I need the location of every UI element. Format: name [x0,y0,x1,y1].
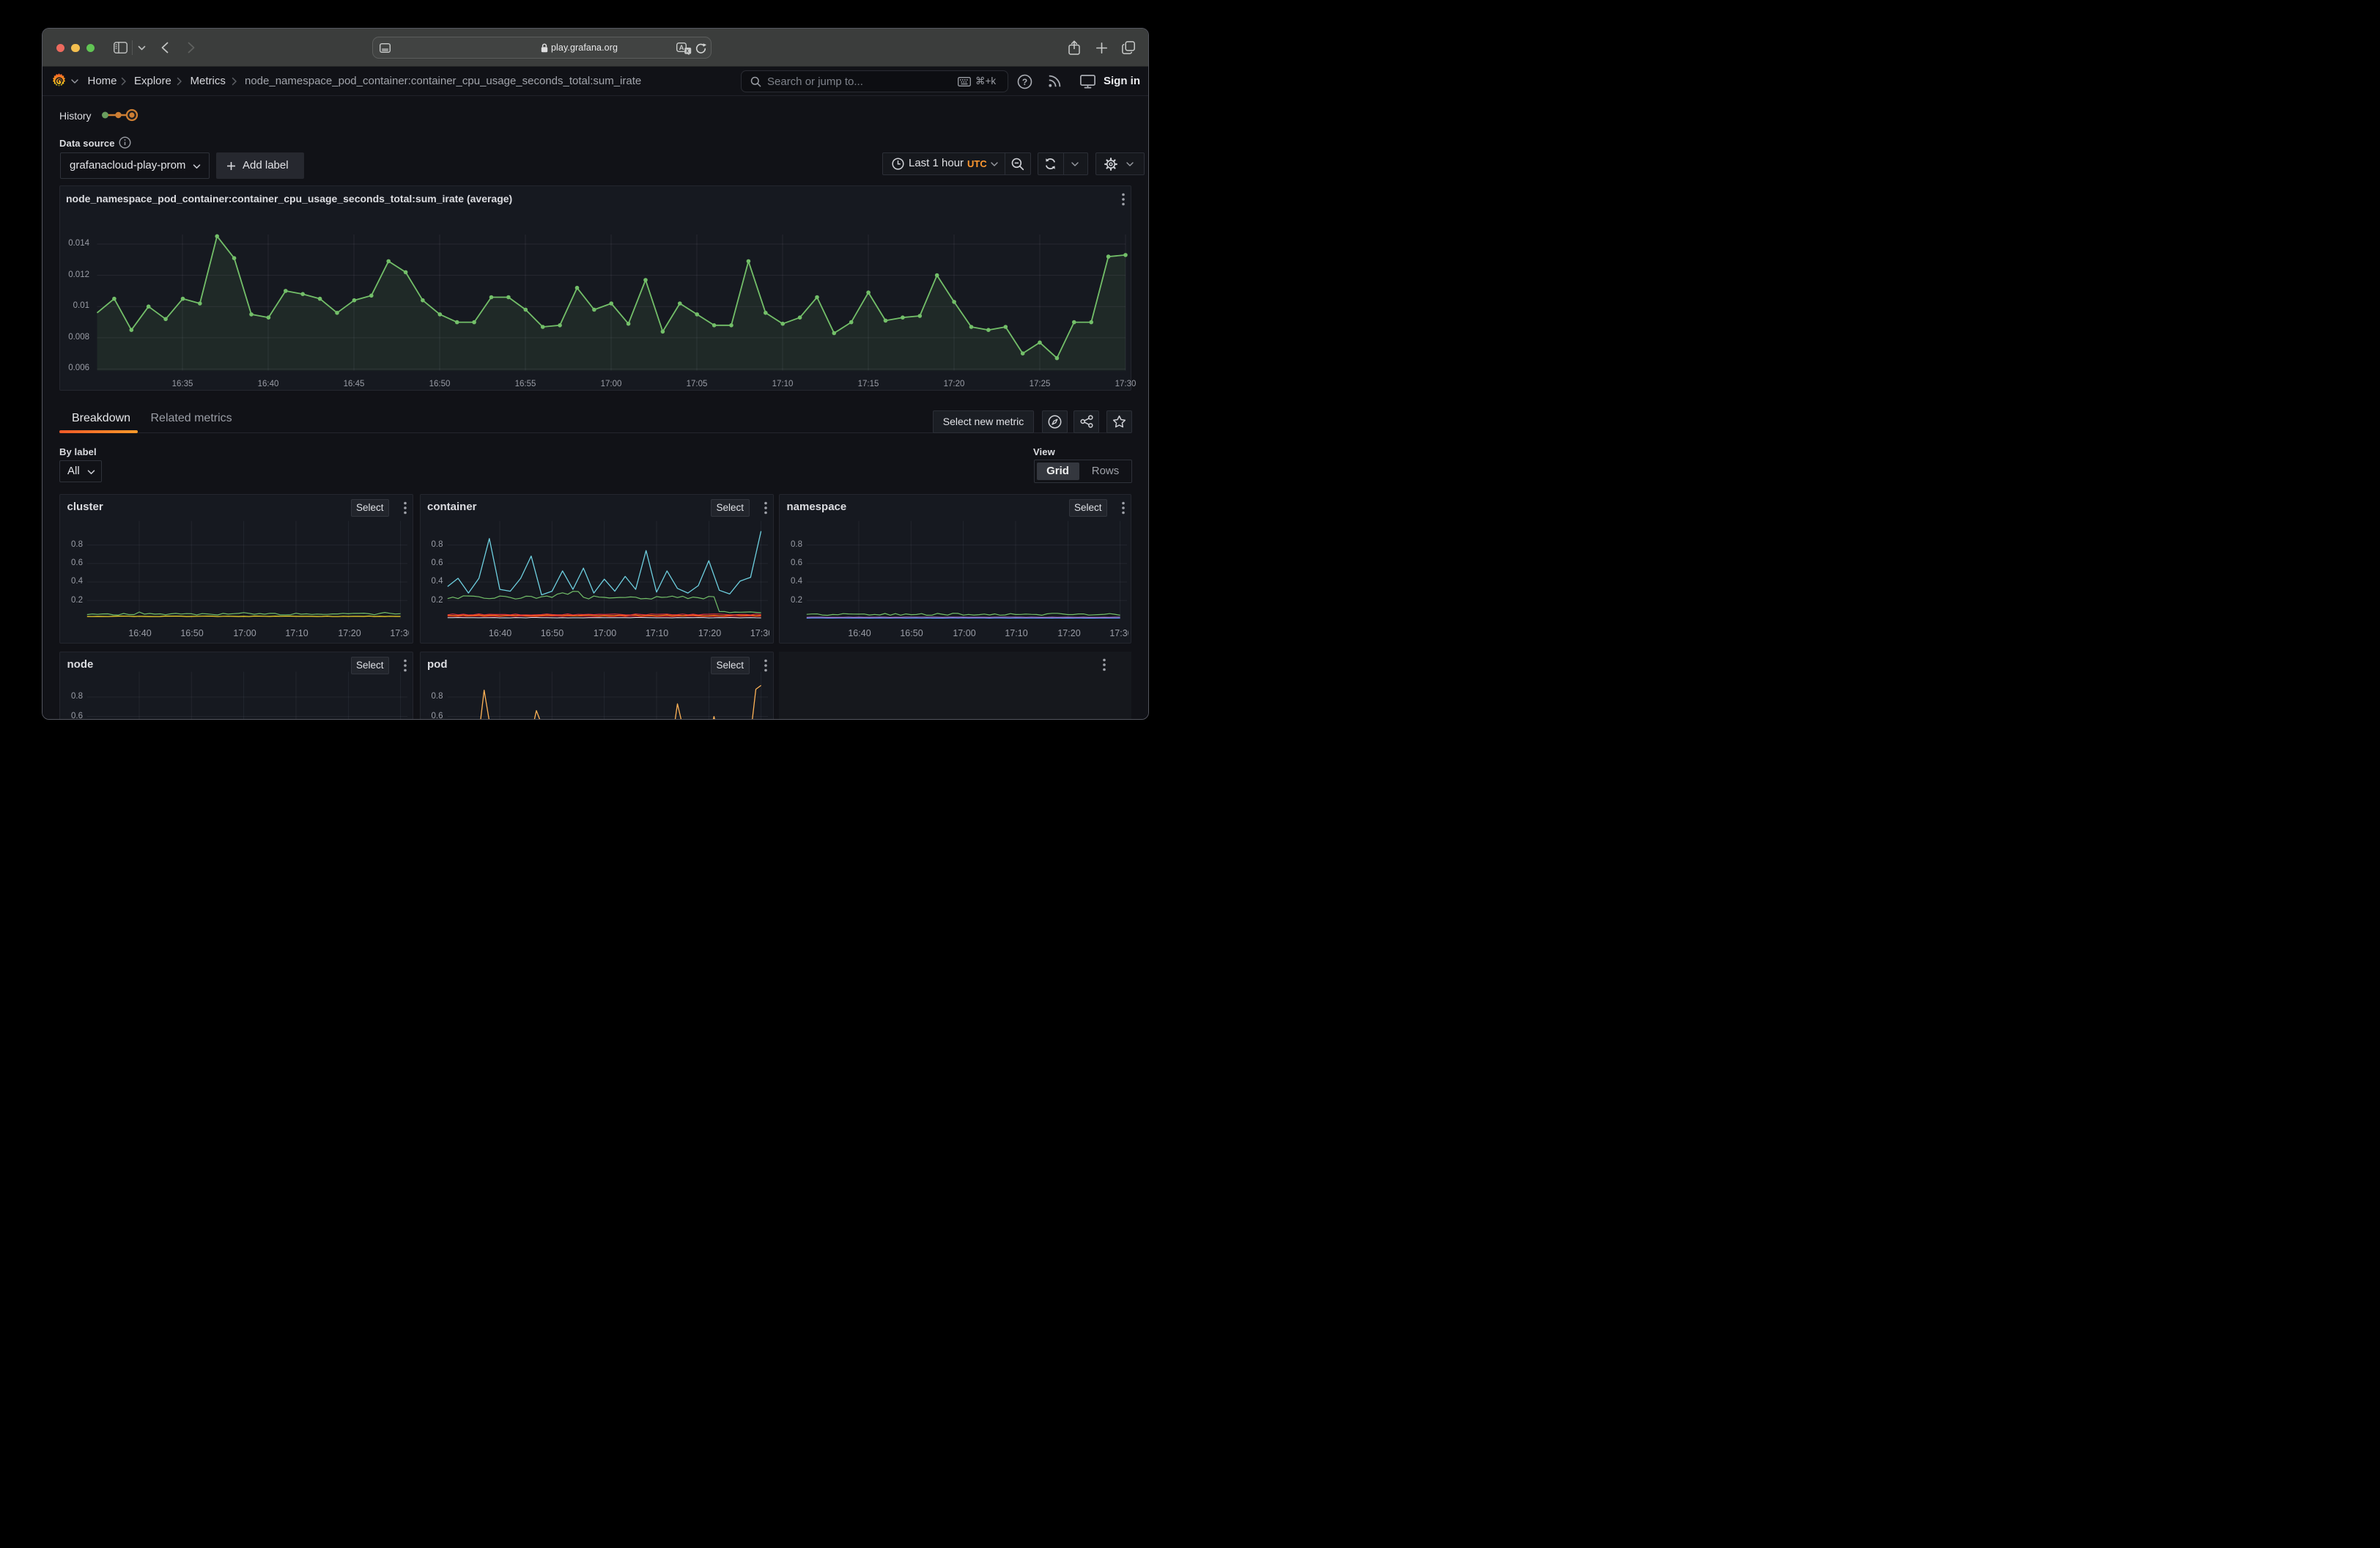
svg-text:?: ? [1022,77,1027,87]
svg-text:A: A [679,44,684,52]
svg-text:x: x [686,48,689,54]
